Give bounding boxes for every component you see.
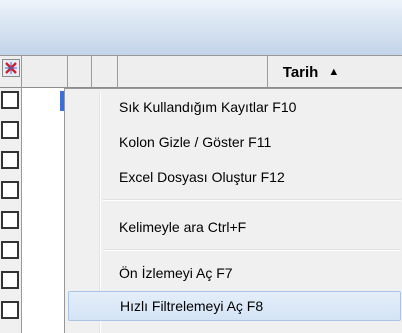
- menu-item-label: Kolon Gizle / Göster F11: [119, 134, 272, 150]
- column-header-label: Tarih: [282, 63, 319, 81]
- row-checkbox[interactable]: [1, 151, 19, 169]
- menu-item-label: Excel Dosyası Oluştur F12: [119, 169, 285, 185]
- menu-item-word-search[interactable]: Kelimeyle ara Ctrl+F: [68, 212, 401, 242]
- header-cell-empty-1[interactable]: [22, 56, 68, 88]
- row-checkbox[interactable]: [1, 211, 19, 229]
- menu-item-favorites[interactable]: Sık Kullandığım Kayıtlar F10: [68, 92, 401, 122]
- row-checkbox[interactable]: [1, 181, 19, 199]
- row-checkbox[interactable]: [1, 271, 19, 289]
- window-title-bar: [0, 0, 402, 55]
- row-checkbox[interactable]: [1, 121, 19, 139]
- header-cell-empty-2[interactable]: [68, 56, 92, 88]
- row-checkbox[interactable]: [1, 241, 19, 259]
- menu-item-label: Kelimeyle ara Ctrl+F: [119, 219, 247, 235]
- clear-filter-icon: [5, 62, 17, 74]
- menu-item-toggle-columns[interactable]: Kolon Gizle / Göster F11: [68, 127, 401, 157]
- menu-item-quick-filter[interactable]: Hızlı Filtrelemeyi Aç F8: [68, 291, 401, 321]
- sort-ascending-icon: ▲: [328, 66, 340, 78]
- menu-item-label: Sık Kullandığım Kayıtlar F10: [119, 99, 297, 115]
- column-header-tarih[interactable]: Tarih ▲: [118, 56, 339, 88]
- header-cell-empty-3[interactable]: [92, 56, 118, 88]
- row-checkbox[interactable]: [1, 301, 19, 319]
- menu-item-label: Ön İzlemeyi Aç F7: [119, 265, 233, 281]
- clear-filter-button[interactable]: [2, 59, 20, 77]
- menu-separator: [103, 199, 401, 201]
- header-cell-selector: [0, 56, 22, 88]
- menu-item-excel-export[interactable]: Excel Dosyası Oluştur F12: [68, 162, 401, 192]
- menu-item-label: Hızlı Filtrelemeyi Aç F8: [120, 298, 264, 314]
- context-menu: Sık Kullandığım Kayıtlar F10 Kolon Gizle…: [64, 88, 402, 333]
- grid-header-row: Tarih ▲: [0, 55, 402, 88]
- row-selector-column: [0, 88, 22, 333]
- row-checkbox[interactable]: [1, 91, 19, 109]
- menu-separator: [103, 249, 401, 251]
- menu-item-preview[interactable]: Ön İzlemeyi Aç F7: [68, 258, 401, 288]
